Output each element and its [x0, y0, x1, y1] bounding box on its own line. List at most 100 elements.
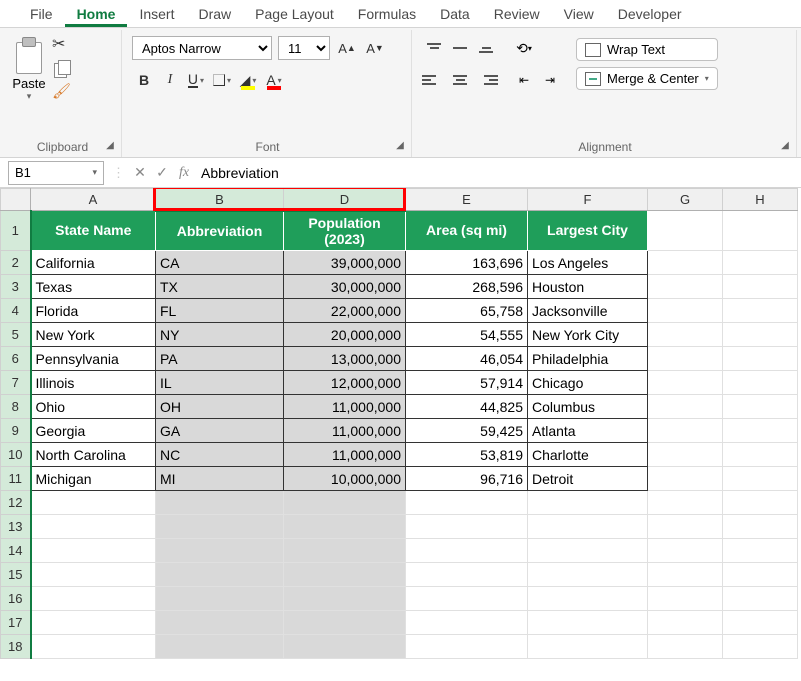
enter-formula-icon[interactable]: ✓	[151, 164, 173, 181]
cell-G5[interactable]	[648, 323, 723, 347]
cell-D1[interactable]: Population (2023)	[284, 211, 406, 251]
row-header-15[interactable]: 15	[1, 563, 31, 587]
cell-G15[interactable]	[648, 563, 723, 587]
cell-G2[interactable]	[648, 251, 723, 275]
cell-B2[interactable]: CA	[156, 251, 284, 275]
cell-F6[interactable]: Philadelphia	[528, 347, 648, 371]
cell-H18[interactable]	[723, 635, 798, 659]
underline-button[interactable]: U▾	[184, 68, 208, 92]
align-right-icon[interactable]	[474, 68, 498, 92]
cell-B17[interactable]	[156, 611, 284, 635]
increase-indent-icon[interactable]: ⇥	[538, 68, 562, 92]
worksheet-grid[interactable]: A B D E F G H 1State NameAbbreviationPop…	[0, 188, 801, 681]
italic-button[interactable]: I	[158, 68, 182, 92]
cell-D3[interactable]: 30,000,000	[284, 275, 406, 299]
cell-D13[interactable]	[284, 515, 406, 539]
cell-F14[interactable]	[528, 539, 648, 563]
cell-A1[interactable]: State Name	[31, 211, 156, 251]
cell-B8[interactable]: OH	[156, 395, 284, 419]
cell-A11[interactable]: Michigan	[31, 467, 156, 491]
row-header-3[interactable]: 3	[1, 275, 31, 299]
cell-G14[interactable]	[648, 539, 723, 563]
cell-D12[interactable]	[284, 491, 406, 515]
cell-F12[interactable]	[528, 491, 648, 515]
cell-G6[interactable]	[648, 347, 723, 371]
cell-F2[interactable]: Los Angeles	[528, 251, 648, 275]
cell-E2[interactable]: 163,696	[406, 251, 528, 275]
cell-A5[interactable]: New York	[31, 323, 156, 347]
row-header-10[interactable]: 10	[1, 443, 31, 467]
paste-button[interactable]: Paste ▾	[12, 34, 46, 102]
cell-H2[interactable]	[723, 251, 798, 275]
row-header-16[interactable]: 16	[1, 587, 31, 611]
col-header-H[interactable]: H	[723, 189, 798, 211]
cell-E15[interactable]	[406, 563, 528, 587]
cell-B1[interactable]: Abbreviation	[156, 211, 284, 251]
cell-G1[interactable]	[648, 211, 723, 251]
row-header-18[interactable]: 18	[1, 635, 31, 659]
cell-H4[interactable]	[723, 299, 798, 323]
cell-A3[interactable]: Texas	[31, 275, 156, 299]
decrease-indent-icon[interactable]: ⇤	[512, 68, 536, 92]
tab-view[interactable]: View	[552, 4, 606, 27]
cell-D6[interactable]: 13,000,000	[284, 347, 406, 371]
orientation-icon[interactable]: ⟲▾	[512, 36, 536, 60]
cell-B12[interactable]	[156, 491, 284, 515]
row-header-8[interactable]: 8	[1, 395, 31, 419]
increase-font-icon[interactable]: A▲	[336, 37, 358, 59]
cell-H9[interactable]	[723, 419, 798, 443]
cell-E3[interactable]: 268,596	[406, 275, 528, 299]
cell-A15[interactable]	[31, 563, 156, 587]
cell-F9[interactable]: Atlanta	[528, 419, 648, 443]
cell-G3[interactable]	[648, 275, 723, 299]
cell-H10[interactable]	[723, 443, 798, 467]
cell-G8[interactable]	[648, 395, 723, 419]
row-header-1[interactable]: 1	[1, 211, 31, 251]
cell-A4[interactable]: Florida	[31, 299, 156, 323]
col-header-A[interactable]: A	[31, 189, 156, 211]
tab-home[interactable]: Home	[65, 4, 128, 27]
cell-H13[interactable]	[723, 515, 798, 539]
cell-E5[interactable]: 54,555	[406, 323, 528, 347]
format-painter-icon[interactable]	[52, 84, 72, 102]
cell-A13[interactable]	[31, 515, 156, 539]
cell-F15[interactable]	[528, 563, 648, 587]
select-all-corner[interactable]	[1, 189, 31, 211]
cell-B11[interactable]: MI	[156, 467, 284, 491]
align-middle-icon[interactable]	[448, 36, 472, 60]
cell-B5[interactable]: NY	[156, 323, 284, 347]
cancel-formula-icon[interactable]: ✕	[129, 164, 151, 181]
cell-F11[interactable]: Detroit	[528, 467, 648, 491]
row-header-4[interactable]: 4	[1, 299, 31, 323]
row-header-12[interactable]: 12	[1, 491, 31, 515]
cell-D8[interactable]: 11,000,000	[284, 395, 406, 419]
cell-B6[interactable]: PA	[156, 347, 284, 371]
cell-F17[interactable]	[528, 611, 648, 635]
decrease-font-icon[interactable]: A▼	[364, 37, 386, 59]
cell-B7[interactable]: IL	[156, 371, 284, 395]
tab-insert[interactable]: Insert	[127, 4, 186, 27]
row-header-9[interactable]: 9	[1, 419, 31, 443]
cell-G12[interactable]	[648, 491, 723, 515]
cell-A18[interactable]	[31, 635, 156, 659]
cell-A10[interactable]: North Carolina	[31, 443, 156, 467]
cell-A16[interactable]	[31, 587, 156, 611]
col-header-B[interactable]: B	[156, 189, 284, 211]
cell-B10[interactable]: NC	[156, 443, 284, 467]
bold-button[interactable]: B	[132, 68, 156, 92]
cell-G11[interactable]	[648, 467, 723, 491]
cell-D11[interactable]: 10,000,000	[284, 467, 406, 491]
col-header-E[interactable]: E	[406, 189, 528, 211]
cell-H3[interactable]	[723, 275, 798, 299]
cell-E14[interactable]	[406, 539, 528, 563]
cell-A9[interactable]: Georgia	[31, 419, 156, 443]
cell-D2[interactable]: 39,000,000	[284, 251, 406, 275]
cell-D9[interactable]: 11,000,000	[284, 419, 406, 443]
cell-H5[interactable]	[723, 323, 798, 347]
font-launcher-icon[interactable]: ◢	[393, 139, 407, 153]
cell-D4[interactable]: 22,000,000	[284, 299, 406, 323]
cell-E9[interactable]: 59,425	[406, 419, 528, 443]
cell-F10[interactable]: Charlotte	[528, 443, 648, 467]
font-size-select[interactable]: 11	[278, 36, 330, 60]
cell-D10[interactable]: 11,000,000	[284, 443, 406, 467]
